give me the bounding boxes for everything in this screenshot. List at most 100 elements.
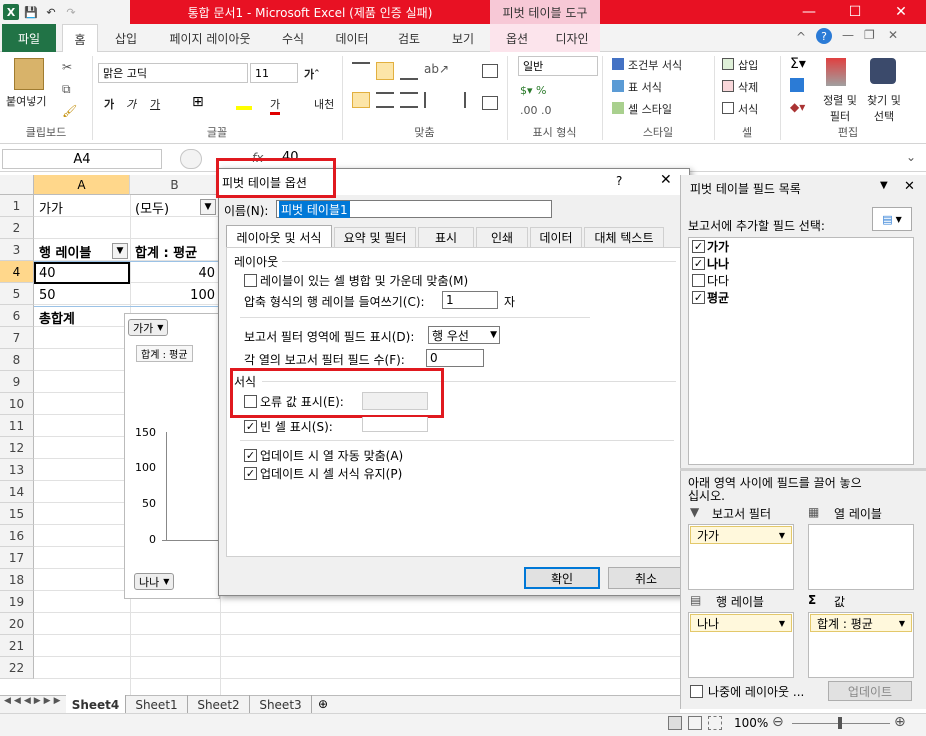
row-header[interactable]: 2 bbox=[0, 217, 34, 239]
filter-dropdown-icon[interactable]: ▼ bbox=[200, 199, 216, 215]
tab-options[interactable]: 옵션 bbox=[490, 24, 544, 52]
orientation-icon[interactable]: ab↗ bbox=[424, 62, 449, 80]
bottom-align-icon[interactable] bbox=[400, 62, 418, 80]
report-filter-chip[interactable]: 가가 ▼ bbox=[690, 526, 792, 544]
row-header[interactable]: 3 bbox=[0, 239, 34, 261]
currency-icon[interactable]: $▾ % bbox=[520, 84, 546, 97]
tab-display[interactable]: 표시 bbox=[418, 227, 474, 247]
ribbon-caret-icon[interactable]: ^ bbox=[796, 30, 806, 44]
select-all-corner[interactable] bbox=[0, 175, 34, 195]
increase-indent-icon[interactable] bbox=[448, 92, 466, 108]
row-header[interactable]: 18 bbox=[0, 569, 34, 591]
field-checkbox-dada[interactable] bbox=[692, 274, 705, 287]
new-sheet-icon[interactable]: ⊕ bbox=[318, 697, 328, 711]
font-name-select[interactable]: 맑은 고딕 bbox=[98, 63, 248, 83]
cell-a1[interactable]: 가가 bbox=[36, 196, 66, 218]
field-checkbox-avg[interactable]: ✓ bbox=[692, 291, 705, 304]
row-header[interactable]: 15 bbox=[0, 503, 34, 525]
dialog-close-button[interactable]: ✕ bbox=[660, 172, 672, 188]
tab-alt-text[interactable]: 대체 텍스트 bbox=[584, 227, 664, 247]
paste-icon[interactable] bbox=[14, 58, 44, 90]
cell-a5[interactable]: 50 bbox=[36, 284, 59, 306]
row-header[interactable]: 17 bbox=[0, 547, 34, 569]
row-header[interactable]: 6 bbox=[0, 305, 34, 327]
save-icon[interactable]: 💾 bbox=[23, 4, 39, 20]
tab-data[interactable]: 데이터 bbox=[326, 24, 378, 52]
tab-page-layout[interactable]: 페이지 레이아웃 bbox=[158, 24, 262, 52]
column-labels-drop-area[interactable] bbox=[808, 524, 914, 590]
cell-style-button[interactable]: 셀 스타일 bbox=[628, 101, 672, 117]
row-header[interactable]: 11 bbox=[0, 415, 34, 437]
sheet-tab-sheet4[interactable]: Sheet4 bbox=[66, 695, 126, 714]
tab-view[interactable]: 보기 bbox=[442, 24, 484, 52]
panel-menu-icon[interactable]: ▼ bbox=[880, 180, 888, 191]
fill-icon[interactable] bbox=[790, 78, 804, 92]
name-box[interactable]: A4 bbox=[2, 149, 162, 169]
merge-center-icon[interactable] bbox=[482, 96, 498, 110]
zoom-slider-thumb[interactable] bbox=[838, 717, 842, 729]
column-header-b[interactable]: B bbox=[130, 175, 220, 195]
conditional-format-button[interactable]: 조건부 서식 bbox=[628, 57, 682, 73]
center-align-icon[interactable] bbox=[376, 92, 394, 108]
panel-splitter[interactable] bbox=[680, 468, 926, 471]
chart-axis-filter-button[interactable]: 나나 ▼ bbox=[134, 573, 175, 590]
sheet-tab-sheet3[interactable]: Sheet3 bbox=[250, 695, 312, 714]
tab-file[interactable]: 파일 bbox=[2, 24, 56, 52]
tab-home[interactable]: 홈 bbox=[62, 24, 98, 53]
right-align-icon[interactable] bbox=[400, 92, 418, 108]
row-header[interactable]: 1 bbox=[0, 195, 34, 217]
grow-font-icon[interactable]: 가ˆ bbox=[304, 66, 320, 82]
undo-icon[interactable]: ↶ bbox=[43, 4, 59, 20]
sheet-tab-sheet1[interactable]: Sheet1 bbox=[126, 695, 188, 714]
row-header[interactable]: 22 bbox=[0, 657, 34, 679]
italic-button[interactable]: 가 bbox=[126, 96, 136, 112]
cell-b1[interactable]: (모두) bbox=[132, 196, 172, 218]
page-layout-view-icon[interactable] bbox=[688, 716, 702, 730]
tab-print[interactable]: 인쇄 bbox=[476, 227, 528, 247]
underline-button[interactable]: 가 bbox=[150, 96, 160, 112]
update-button[interactable]: 업데이트 bbox=[828, 681, 912, 701]
font-size-select[interactable]: 11 bbox=[250, 63, 298, 83]
tab-design[interactable]: 디자인 bbox=[544, 24, 600, 52]
ribbon-minimize-icon[interactable]: — bbox=[842, 28, 854, 42]
workbook-close-icon[interactable]: ✕ bbox=[888, 28, 898, 42]
zoom-in-icon[interactable]: ⊕ bbox=[894, 714, 906, 730]
bold-button[interactable]: 가 bbox=[104, 96, 114, 112]
sheet-nav-icons[interactable]: ◀◀◀▶▶▶ bbox=[4, 696, 64, 706]
values-chip[interactable]: 합계 : 평균 ▼ bbox=[810, 614, 912, 632]
help-icon[interactable]: ? bbox=[816, 28, 832, 44]
zoom-level[interactable]: 100% bbox=[734, 716, 768, 730]
alignment-buttons[interactable]: ab↗ bbox=[352, 62, 472, 114]
cell-b3[interactable]: 합계 : 평균 bbox=[132, 240, 200, 262]
row-header[interactable]: 14 bbox=[0, 481, 34, 503]
field-checkbox-nana[interactable]: ✓ bbox=[692, 257, 705, 270]
tab-insert[interactable]: 삽입 bbox=[104, 24, 148, 52]
phonetic-icon[interactable]: 내천 bbox=[314, 96, 334, 112]
sort-filter-button[interactable]: 정렬 및 필터 bbox=[818, 92, 862, 124]
panel-close-icon[interactable]: ✕ bbox=[904, 179, 915, 194]
ok-button[interactable]: 확인 bbox=[524, 567, 600, 589]
normal-view-icon[interactable] bbox=[668, 716, 682, 730]
row-header[interactable]: 10 bbox=[0, 393, 34, 415]
field-layout-button[interactable]: ▤ ▼ bbox=[872, 207, 912, 231]
number-format-select[interactable]: 일반 bbox=[518, 56, 598, 76]
top-align-icon[interactable] bbox=[352, 62, 370, 80]
font-color-icon[interactable]: 가 bbox=[270, 96, 281, 115]
sheet-tab-sheet2[interactable]: Sheet2 bbox=[188, 695, 250, 714]
row-header[interactable]: 12 bbox=[0, 437, 34, 459]
cell-a6[interactable]: 총합계 bbox=[36, 306, 78, 328]
row-label-filter-icon[interactable]: ▼ bbox=[112, 243, 128, 259]
fill-color-icon[interactable] bbox=[236, 94, 252, 110]
delete-cells-button[interactable]: 삭제 bbox=[738, 79, 758, 95]
defer-update-checkbox[interactable] bbox=[690, 685, 703, 698]
maximize-button[interactable]: ☐ bbox=[832, 0, 878, 24]
row-header[interactable]: 9 bbox=[0, 371, 34, 393]
row-header[interactable]: 16 bbox=[0, 525, 34, 547]
insert-cells-button[interactable]: 삽입 bbox=[738, 57, 758, 73]
pivot-name-input[interactable]: 피벗 테이블1 bbox=[276, 200, 552, 218]
tab-review[interactable]: 검토 bbox=[388, 24, 430, 52]
row-header[interactable]: 19 bbox=[0, 591, 34, 613]
find-select-button[interactable]: 찾기 및 선택 bbox=[862, 92, 906, 124]
tab-layout-format[interactable]: 레이아웃 및 서식 bbox=[226, 225, 332, 248]
expand-formula-icon[interactable]: ⌄ bbox=[906, 150, 916, 164]
